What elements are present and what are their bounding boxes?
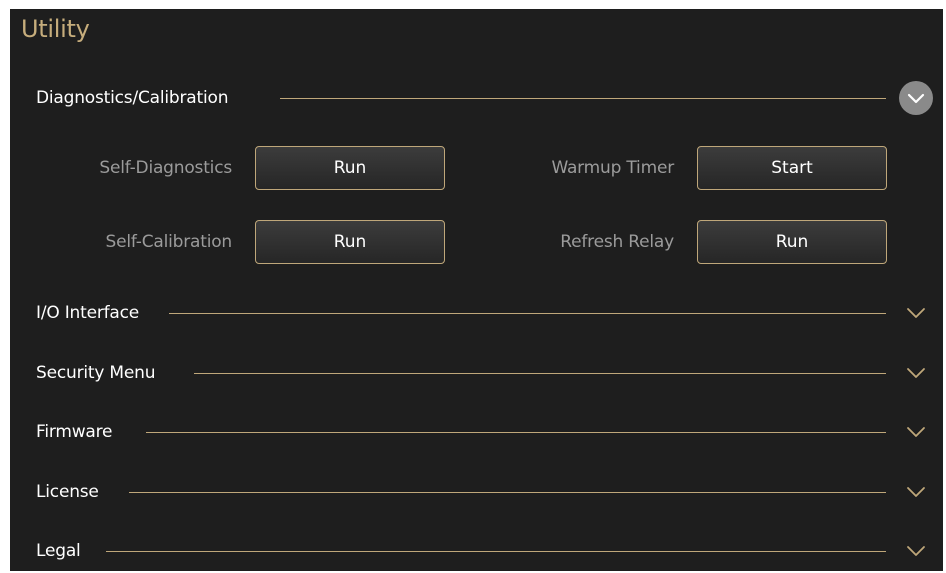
section-label-io-interface: I/O Interface bbox=[36, 303, 140, 323]
section-header-firmware[interactable]: Firmware bbox=[10, 417, 943, 447]
chevron-down-icon[interactable] bbox=[905, 362, 927, 384]
self-calibration-label: Self-Calibration bbox=[105, 232, 233, 252]
chevron-up-circle-icon[interactable] bbox=[899, 81, 933, 115]
section-divider bbox=[106, 551, 886, 552]
chevron-down-icon[interactable] bbox=[905, 481, 927, 503]
section-header-legal[interactable]: Legal bbox=[10, 536, 943, 566]
self-diagnostics-label: Self-Diagnostics bbox=[99, 158, 232, 178]
section-header-license[interactable]: License bbox=[10, 477, 943, 507]
refresh-relay-run-button[interactable]: Run bbox=[697, 220, 887, 264]
section-label-firmware: Firmware bbox=[36, 422, 113, 442]
page-title: Utility bbox=[21, 15, 90, 43]
section-header-security-menu[interactable]: Security Menu bbox=[10, 358, 943, 388]
warmup-timer-start-button[interactable]: Start bbox=[697, 146, 887, 190]
section-divider bbox=[146, 432, 886, 433]
warmup-timer-label: Warmup Timer bbox=[551, 158, 674, 178]
section-label-legal: Legal bbox=[36, 541, 81, 561]
chevron-down-icon[interactable] bbox=[905, 421, 927, 443]
utility-panel: Utility Diagnostics/Calibration Self-Dia… bbox=[10, 9, 943, 571]
section-divider bbox=[194, 373, 886, 374]
section-divider bbox=[129, 492, 886, 493]
section-divider bbox=[280, 98, 886, 99]
section-label-diagnostics-calibration: Diagnostics/Calibration bbox=[36, 88, 229, 108]
self-calibration-run-button[interactable]: Run bbox=[255, 220, 445, 264]
section-header-io-interface[interactable]: I/O Interface bbox=[10, 298, 943, 328]
section-header-diagnostics-calibration[interactable]: Diagnostics/Calibration bbox=[10, 81, 943, 115]
refresh-relay-label: Refresh Relay bbox=[560, 232, 674, 252]
section-label-security-menu: Security Menu bbox=[36, 363, 156, 383]
chevron-down-icon[interactable] bbox=[905, 302, 927, 324]
section-label-license: License bbox=[36, 482, 99, 502]
self-diagnostics-run-button[interactable]: Run bbox=[255, 146, 445, 190]
chevron-down-icon[interactable] bbox=[905, 540, 927, 562]
section-divider bbox=[169, 313, 886, 314]
